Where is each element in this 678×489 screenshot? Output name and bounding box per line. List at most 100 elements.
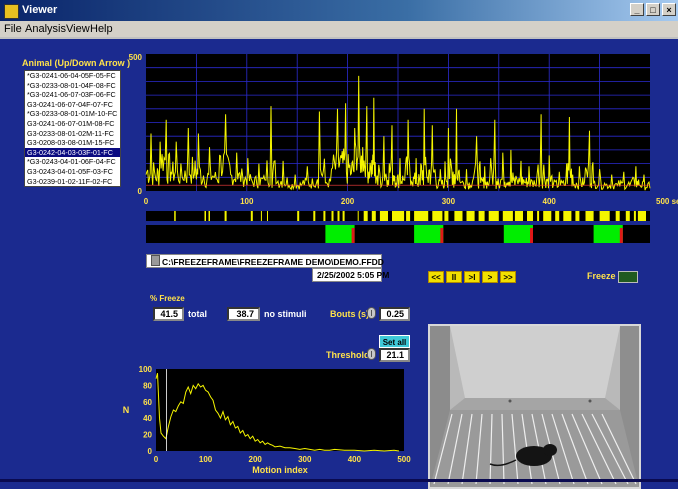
fast-forward-button[interactable]: >> xyxy=(500,271,516,283)
freeze-segment xyxy=(527,211,533,221)
cage-image xyxy=(430,326,639,487)
datetime-field: 2/25/2002 5:05 PM xyxy=(312,268,389,282)
threshold-value-field[interactable]: 21.1 xyxy=(379,348,410,362)
rewind-button[interactable]: << xyxy=(428,271,444,283)
histogram-x-label: Motion index xyxy=(252,465,308,475)
freeze-segment xyxy=(537,211,540,221)
histogram-y-tick: 60 xyxy=(143,398,152,407)
trace-x-tick: 0 xyxy=(144,197,149,206)
freeze-segment xyxy=(555,211,560,221)
freeze-segment xyxy=(563,211,572,221)
histogram-y-tick: 100 xyxy=(139,365,153,374)
stimulus-segment xyxy=(593,225,623,243)
animal-list[interactable]: *G3-0241-06-04-05F-05-FC *G3-0233-08-01-0… xyxy=(24,70,121,188)
freeze-segment xyxy=(514,211,523,221)
menu-file[interactable]: File xyxy=(4,23,22,35)
animal-item[interactable]: G3-0239-01-02-11F-02-FC xyxy=(25,177,120,187)
freeze-segment xyxy=(337,211,340,221)
trace-x-tick: 500 sec xyxy=(656,197,678,206)
maximize-button[interactable]: □ xyxy=(646,3,660,16)
freeze-segment xyxy=(224,211,227,221)
animal-item[interactable]: *G3-0241-06-07-03F-06-FC xyxy=(25,90,120,100)
freeze-segment xyxy=(406,211,411,221)
shock-segment xyxy=(351,228,355,243)
trace-x-tick: 200 xyxy=(341,197,355,206)
menu-analysis[interactable]: Analysis xyxy=(25,23,66,35)
stimulus-segment xyxy=(325,225,355,243)
menu-bar: File Analysis View Help xyxy=(0,21,678,37)
freeze-segment xyxy=(331,211,334,221)
freeze-segment xyxy=(250,211,253,221)
animal-list-label: Animal (Up/Down Arrow ) xyxy=(22,58,131,68)
freeze-segment xyxy=(502,211,513,221)
freeze-segment xyxy=(637,211,646,221)
freeze-segment xyxy=(174,211,176,221)
freeze-raster-bar xyxy=(146,211,650,221)
animal-item[interactable]: G3-0208-03-08-01M-15-FC xyxy=(25,138,120,148)
step-button[interactable]: >I xyxy=(464,271,480,283)
trace-x-tick: 300 xyxy=(442,197,456,206)
freeze-segment xyxy=(625,211,630,221)
animal-item[interactable]: G3-0242-04-03-03F-01-FC xyxy=(25,147,120,158)
freeze-segment xyxy=(466,211,475,221)
freeze-segment xyxy=(633,211,636,221)
animal-item[interactable]: *G3-0241-06-04-05F-05-FC xyxy=(25,71,120,81)
freeze-segment xyxy=(444,211,449,221)
animal-item[interactable]: G3-0233-08-01-02M-11-FC xyxy=(25,129,120,139)
pause-button[interactable]: II xyxy=(446,271,462,283)
freeze-segment xyxy=(432,211,443,221)
histogram-x-tick: 500 xyxy=(397,455,411,464)
animal-item[interactable]: G3-0243-04-01-05F-03-FC xyxy=(25,167,120,177)
freeze-segment xyxy=(342,211,345,221)
bouts-label: Bouts (s) xyxy=(330,309,369,319)
stimulus-segment xyxy=(503,225,533,243)
title-bar: Viewer _ □ × xyxy=(0,0,678,21)
histogram-x-tick: 300 xyxy=(298,455,312,464)
window-title: Viewer xyxy=(22,4,58,16)
close-button[interactable]: × xyxy=(662,3,676,16)
freeze-nostim-label: no stimuli xyxy=(264,309,307,319)
freeze-total-value: 41.5 xyxy=(153,307,184,321)
bouts-value-field[interactable]: 0.25 xyxy=(379,307,410,321)
file-path-text: C:\FREEZEFRAME\FREEZEFRAME DEMO\DEMO.FFD… xyxy=(162,257,384,267)
trace-x-tick: 400 xyxy=(543,197,557,206)
menu-help[interactable]: Help xyxy=(90,23,113,35)
threshold-knob[interactable] xyxy=(367,348,376,360)
stimulus-timeline xyxy=(146,225,650,243)
freeze-segment xyxy=(297,211,300,221)
freeze-segment xyxy=(585,211,594,221)
stimulus-background xyxy=(146,225,650,243)
trace-y-tick: 500 xyxy=(129,53,143,62)
animal-item[interactable]: *G3-0243-04-01-06F-04-FC xyxy=(25,157,120,167)
freeze-segment xyxy=(543,211,552,221)
shock-segment xyxy=(440,228,444,243)
histogram-x-tick: 400 xyxy=(348,455,362,464)
file-path-field[interactable]: C:\FREEZEFRAME\FREEZEFRAME DEMO\DEMO.FFD… xyxy=(146,254,384,268)
bouts-knob[interactable] xyxy=(367,307,376,319)
set-all-button[interactable]: Set all xyxy=(379,335,410,348)
freeze-segment xyxy=(371,211,376,221)
main-panel: Animal (Up/Down Arrow ) *G3-0241-06-04-0… xyxy=(0,37,678,489)
freeze-segment xyxy=(204,211,206,221)
freeze-segment xyxy=(454,211,463,221)
freeze-segment xyxy=(323,211,326,221)
animal-item[interactable]: *G3-0233-08-01-04F-08-FC xyxy=(25,81,120,91)
minimize-button[interactable]: _ xyxy=(630,3,644,16)
histogram-y-tick: 0 xyxy=(148,447,153,456)
freeze-label: Freeze xyxy=(587,271,616,281)
video-frame xyxy=(428,324,641,489)
animal-item[interactable]: *G3-0233-08-01-01M-10-FC xyxy=(25,109,120,119)
file-icon xyxy=(151,255,160,266)
play-button[interactable]: > xyxy=(482,271,498,283)
histogram-x-tick: 200 xyxy=(249,455,263,464)
histogram-y-tick: 40 xyxy=(143,414,152,423)
freeze-segment xyxy=(208,211,210,221)
threshold-label: Threshold xyxy=(326,350,370,360)
freeze-nostim-value: 38.7 xyxy=(227,307,260,321)
animal-item[interactable]: G3-0241-06-07-04F-07-FC xyxy=(25,100,120,110)
histogram-plot-area xyxy=(156,369,404,451)
menu-view[interactable]: View xyxy=(66,23,90,35)
freeze-segment xyxy=(488,211,499,221)
freeze-segment xyxy=(313,211,316,221)
animal-item[interactable]: G3-0241-06-07-01M-08-FC xyxy=(25,119,120,129)
